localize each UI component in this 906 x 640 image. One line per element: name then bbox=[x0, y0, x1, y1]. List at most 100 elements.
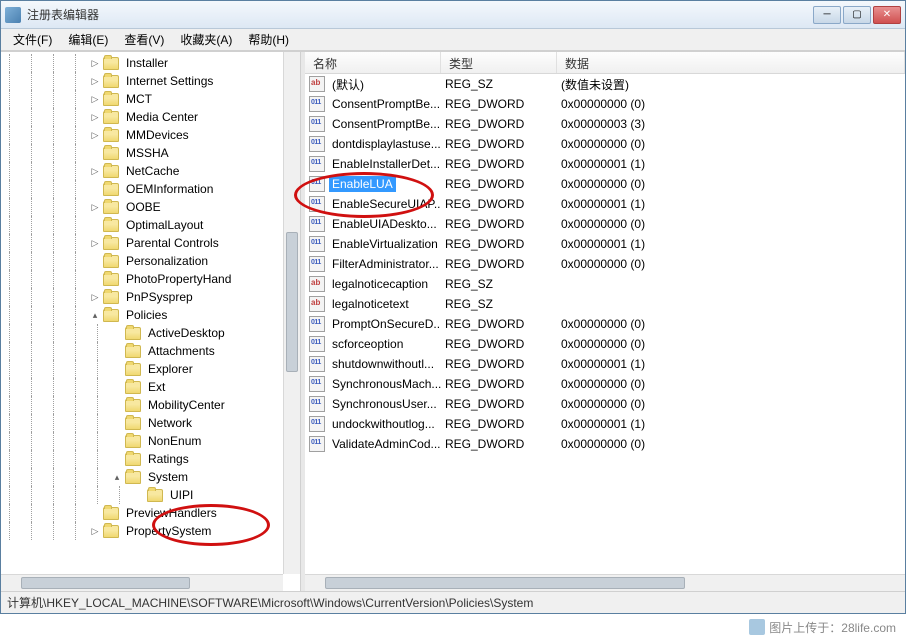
tree-node[interactable]: OEMInformation bbox=[1, 180, 300, 198]
close-button[interactable]: ✕ bbox=[873, 6, 901, 24]
watermark-footer: 图片上传于：28life.com bbox=[739, 614, 906, 640]
list-row[interactable]: EnableSecureUIAP...REG_DWORD0x00000001 (… bbox=[305, 194, 905, 214]
list-row[interactable]: SynchronousUser...REG_DWORD0x00000000 (0… bbox=[305, 394, 905, 414]
tree-scrollbar[interactable] bbox=[283, 52, 300, 574]
value-name: SynchronousMach... bbox=[329, 376, 441, 392]
menu-edit[interactable]: 编辑(E) bbox=[60, 29, 116, 50]
tree-node[interactable]: NonEnum bbox=[1, 432, 300, 450]
tree-node[interactable]: PreviewHandlers bbox=[1, 504, 300, 522]
value-name: legalnoticecaption bbox=[329, 276, 431, 292]
value-data: 0x00000000 (0) bbox=[557, 336, 905, 352]
tree-expander-icon[interactable]: ▴ bbox=[89, 309, 101, 321]
list-row[interactable]: FilterAdministrator...REG_DWORD0x0000000… bbox=[305, 254, 905, 274]
tree-node[interactable]: ▴System bbox=[1, 468, 300, 486]
list-row[interactable]: ConsentPromptBe...REG_DWORD0x00000003 (3… bbox=[305, 114, 905, 134]
tree-expander-icon[interactable]: ▷ bbox=[89, 93, 101, 105]
tree-node[interactable]: Network bbox=[1, 414, 300, 432]
tree-node[interactable]: Ext bbox=[1, 378, 300, 396]
list-row[interactable]: dontdisplaylastuse...REG_DWORD0x00000000… bbox=[305, 134, 905, 154]
tree-node-label: MSSHA bbox=[123, 145, 172, 161]
value-name: legalnoticetext bbox=[329, 296, 412, 312]
folder-icon bbox=[125, 453, 141, 466]
tree-node-label: OOBE bbox=[123, 199, 164, 215]
menu-favorites[interactable]: 收藏夹(A) bbox=[172, 29, 240, 50]
list-row[interactable]: ValidateAdminCod...REG_DWORD0x00000000 (… bbox=[305, 434, 905, 454]
list-row[interactable]: shutdownwithoutl...REG_DWORD0x00000001 (… bbox=[305, 354, 905, 374]
tree-expander-icon[interactable]: ▷ bbox=[89, 57, 101, 69]
tree-node[interactable]: ActiveDesktop bbox=[1, 324, 300, 342]
tree-node[interactable]: PhotoPropertyHand bbox=[1, 270, 300, 288]
value-data: 0x00000000 (0) bbox=[557, 136, 905, 152]
list-row[interactable]: EnableLUAREG_DWORD0x00000000 (0) bbox=[305, 174, 905, 194]
menu-help[interactable]: 帮助(H) bbox=[240, 29, 297, 50]
tree-expander-icon[interactable]: ▷ bbox=[89, 111, 101, 123]
list-row[interactable]: EnableVirtualizationREG_DWORD0x00000001 … bbox=[305, 234, 905, 254]
tree-expander-icon[interactable]: ▷ bbox=[89, 291, 101, 303]
list-row[interactable]: ConsentPromptBe...REG_DWORD0x00000000 (0… bbox=[305, 94, 905, 114]
list-row[interactable]: SynchronousMach...REG_DWORD0x00000000 (0… bbox=[305, 374, 905, 394]
tree-expander-icon[interactable]: ▷ bbox=[89, 237, 101, 249]
tree-node[interactable]: Ratings bbox=[1, 450, 300, 468]
tree-hscrollbar-thumb[interactable] bbox=[21, 577, 190, 589]
list-row[interactable]: scforceoptionREG_DWORD0x00000000 (0) bbox=[305, 334, 905, 354]
tree-node[interactable]: ▷ Internet Settings bbox=[1, 72, 300, 90]
value-type: REG_DWORD bbox=[441, 136, 557, 152]
tree-node[interactable]: UIPI bbox=[1, 486, 300, 504]
tree-node[interactable]: ▷ OOBE bbox=[1, 198, 300, 216]
titlebar[interactable]: 注册表编辑器 ─ ▢ ✕ bbox=[1, 1, 905, 29]
maximize-button[interactable]: ▢ bbox=[843, 6, 871, 24]
tree-hscrollbar[interactable] bbox=[1, 574, 283, 591]
value-data: 0x00000000 (0) bbox=[557, 396, 905, 412]
tree-node-label: Attachments bbox=[145, 343, 218, 359]
tree-panel[interactable]: ▷Installer▷Internet Settings▷MCT▷Media C… bbox=[1, 52, 301, 591]
tree-node[interactable]: ▷Parental Controls bbox=[1, 234, 300, 252]
value-name: EnableUIADeskto... bbox=[329, 216, 440, 232]
tree-node[interactable]: ▷PropertySystem bbox=[1, 522, 300, 540]
column-name[interactable]: 名称 bbox=[305, 52, 441, 73]
tree-expander-icon[interactable]: ▴ bbox=[111, 471, 123, 483]
tree-expander-icon[interactable]: ▷ bbox=[89, 525, 101, 537]
tree-node[interactable]: ▴Policies bbox=[1, 306, 300, 324]
tree-expander-icon[interactable]: ▷ bbox=[89, 165, 101, 177]
list-row[interactable]: (默认)REG_SZ(数值未设置) bbox=[305, 74, 905, 94]
value-name: (默认) bbox=[329, 75, 367, 94]
value-type: REG_DWORD bbox=[441, 236, 557, 252]
column-data[interactable]: 数据 bbox=[557, 52, 905, 73]
folder-icon bbox=[125, 399, 141, 412]
list-panel[interactable]: 名称 类型 数据 (默认)REG_SZ(数值未设置)ConsentPromptB… bbox=[305, 52, 905, 591]
list-row[interactable]: undockwithoutlog...REG_DWORD0x00000001 (… bbox=[305, 414, 905, 434]
tree-node-label: Internet Settings bbox=[123, 73, 216, 89]
menu-view[interactable]: 查看(V) bbox=[116, 29, 172, 50]
list-hscrollbar[interactable] bbox=[305, 574, 905, 591]
tree-node[interactable]: MobilityCenter bbox=[1, 396, 300, 414]
list-row[interactable]: legalnoticecaptionREG_SZ bbox=[305, 274, 905, 294]
statusbar: 计算机\HKEY_LOCAL_MACHINE\SOFTWARE\Microsof… bbox=[1, 591, 905, 613]
tree-node[interactable]: ▷NetCache bbox=[1, 162, 300, 180]
minimize-button[interactable]: ─ bbox=[813, 6, 841, 24]
list-row[interactable]: legalnoticetextREG_SZ bbox=[305, 294, 905, 314]
tree-node[interactable]: ▷PnPSysprep bbox=[1, 288, 300, 306]
tree-node[interactable]: MSSHA bbox=[1, 144, 300, 162]
tree-node[interactable]: ▷Installer bbox=[1, 54, 300, 72]
tree-node[interactable]: OptimalLayout bbox=[1, 216, 300, 234]
column-type[interactable]: 类型 bbox=[441, 52, 557, 73]
folder-icon bbox=[103, 237, 119, 250]
list-row[interactable]: EnableInstallerDet...REG_DWORD0x00000001… bbox=[305, 154, 905, 174]
tree-node[interactable]: ▷Media Center bbox=[1, 108, 300, 126]
tree-node[interactable]: Explorer bbox=[1, 360, 300, 378]
menu-file[interactable]: 文件(F) bbox=[5, 29, 60, 50]
list-row[interactable]: EnableUIADeskto...REG_DWORD0x00000000 (0… bbox=[305, 214, 905, 234]
tree-node[interactable]: ▷MMDevices bbox=[1, 126, 300, 144]
tree-expander-icon[interactable]: ▷ bbox=[89, 75, 101, 87]
list-hscrollbar-thumb[interactable] bbox=[325, 577, 685, 589]
tree-node[interactable]: ▷MCT bbox=[1, 90, 300, 108]
regedit-icon bbox=[5, 7, 21, 23]
tree-expander-icon[interactable]: ▷ bbox=[89, 129, 101, 141]
tree-node[interactable]: Attachments bbox=[1, 342, 300, 360]
tree-expander-icon[interactable]: ▷ bbox=[89, 201, 101, 213]
tree-node[interactable]: Personalization bbox=[1, 252, 300, 270]
watermark-text: 图片上传于：28life.com bbox=[769, 619, 896, 636]
list-row[interactable]: PromptOnSecureD...REG_DWORD0x00000000 (0… bbox=[305, 314, 905, 334]
tree-scrollbar-thumb[interactable] bbox=[286, 232, 298, 372]
value-name: ConsentPromptBe... bbox=[329, 116, 441, 132]
